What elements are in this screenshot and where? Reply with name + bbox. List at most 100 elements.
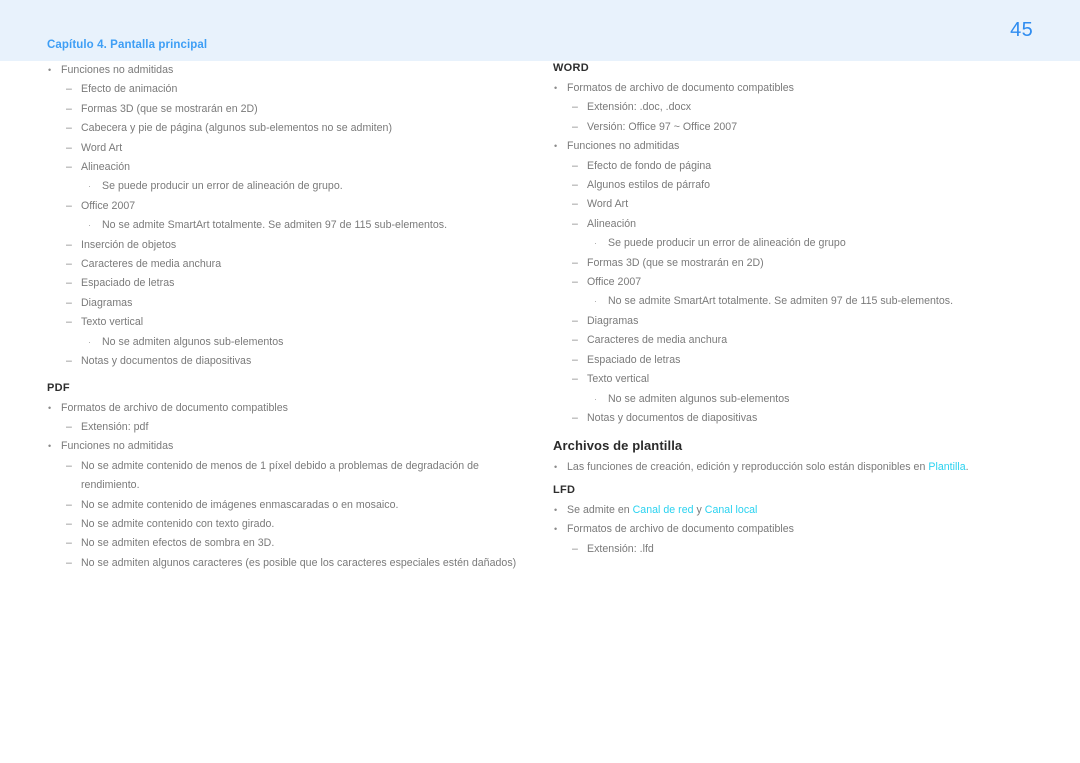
list-item-text-suffix: . [965, 461, 969, 474]
list-item-text: Caracteres de media anchura [81, 258, 222, 271]
list-item: – Extensión: .doc, .docx [553, 98, 1033, 117]
dot-icon: · [88, 336, 92, 347]
dash-icon: – [66, 277, 72, 290]
bullet-icon: • [554, 83, 558, 93]
list-item: • Se admite en Canal de red y Canal loca… [553, 501, 1033, 520]
list-item: · No se admite SmartArt totalmente. Se ad… [553, 292, 1033, 311]
list-item-text-prefix: Se admite en [567, 503, 633, 516]
list-item-text: Versión: Office 97 ~ Office 2007 [587, 120, 738, 133]
dash-icon: – [66, 83, 72, 96]
list-item-text: Se puede producir un error de alineación… [102, 180, 343, 193]
list-item-text: Se puede producir un error de alineación… [608, 237, 846, 250]
list-item: – No se admite contenido de menos de 1 pí… [47, 457, 535, 496]
link-canal-de-red[interactable]: Canal de red [633, 504, 694, 516]
list-item: • Formatos de archivo de documento compat… [553, 520, 1033, 539]
dash-icon: – [572, 373, 578, 386]
list-item: – Extensión: .lfd [553, 540, 1033, 559]
list-item-text: Espaciado de letras [81, 277, 175, 290]
list-item: • Funciones no admitidas [47, 437, 535, 456]
list-item: – Algunos estilos de párrafo [553, 176, 1033, 195]
list-item: – No se admite contenido con texto girado… [47, 515, 535, 534]
bullet-icon: • [554, 524, 558, 535]
chapter-title: Capítulo 4. Pantalla principal [47, 39, 208, 51]
dash-icon: – [572, 542, 578, 555]
list-item-text: Formas 3D (que se mostrarán en 2D) [81, 102, 258, 115]
dash-icon: – [572, 314, 578, 327]
list-item: – Versión: Office 97 ~ Office 2007 [553, 118, 1033, 137]
dash-icon: – [66, 258, 72, 271]
list-item: · No se admite SmartArt totalmente. Se ad… [47, 216, 535, 235]
unsupported-features-list: • Funciones no admitidas – Efecto de animac… [47, 61, 535, 372]
list-item: – Espaciado de letras [47, 274, 535, 293]
dash-icon: – [66, 537, 72, 550]
section-heading-lfd: LFD [553, 483, 576, 496]
list-item: • Funciones no admitidas [47, 61, 535, 80]
list-item-text: Espaciado de letras [587, 353, 681, 366]
list-item-text: Office 2007 [81, 199, 136, 212]
list-item-text: No se admiten algunos caracteres (es pos… [81, 556, 517, 569]
dash-icon: – [572, 159, 578, 172]
dot-icon: · [594, 238, 598, 249]
list-item-text: Extensión: .doc, .docx [587, 101, 692, 114]
dash-icon: – [572, 276, 578, 289]
dash-icon: – [66, 102, 72, 115]
list-item-text: Diagramas [587, 314, 639, 327]
dash-icon: – [66, 122, 72, 135]
list-item-text: Alineación [81, 161, 131, 174]
list-item: • Las funciones de creación, edición y r… [553, 458, 1033, 477]
dash-icon: – [66, 498, 72, 511]
list-item-text: Inserción de objetos [81, 238, 177, 251]
list-item-text: Office 2007 [587, 276, 642, 289]
list-item-text-middle: y [693, 503, 705, 516]
list-item-text: Formatos de archivo de documento compati… [61, 401, 288, 414]
bullet-icon: • [48, 441, 52, 452]
lfd-list: • Formatos de archivo de documento compat… [553, 520, 1033, 559]
dash-icon: – [66, 556, 72, 569]
link-canal-local[interactable]: Canal local [705, 504, 758, 516]
list-item-text: No se admite contenido de menos de 1 píx… [81, 459, 479, 492]
list-item-text: Word Art [81, 141, 123, 154]
list-item-text: No se admite contenido de imágenes enmas… [81, 498, 399, 511]
list-item: – Office 2007 [553, 273, 1033, 292]
list-item: · Se puede producir un error de alineació… [553, 234, 1033, 253]
list-item-text: No se admiten algunos sub-elementos [608, 392, 790, 405]
list-item-text: Funciones no admitidas [567, 140, 680, 153]
list-item-text: No se admite contenido con texto girado. [81, 517, 275, 530]
list-item-text: Extensión: pdf [81, 420, 149, 433]
list-item: – Word Art [47, 139, 535, 158]
section-heading-pdf: PDF [47, 381, 70, 394]
list-item: – Extensión: pdf [47, 418, 535, 437]
list-item: – Alineación [47, 158, 535, 177]
page-body: • Funciones no admitidas – Efecto de animac… [0, 61, 1080, 763]
bullet-icon: • [48, 402, 52, 413]
dash-icon: – [572, 101, 578, 114]
dash-icon: – [66, 420, 72, 433]
dash-icon: – [66, 141, 72, 154]
list-item: – Texto vertical [47, 313, 535, 332]
list-item: – Notas y documentos de diapositivas [47, 352, 535, 371]
list-item: – Inserción de objetos [47, 236, 535, 255]
section-heading-word: WORD [553, 62, 590, 74]
list-item: – Diagramas [553, 312, 1033, 331]
list-item-text: No se admite SmartArt totalmente. Se adm… [102, 219, 448, 232]
list-item-text: No se admiten efectos de sombra en 3D. [81, 537, 275, 550]
list-item-text: Extensión: .lfd [587, 542, 654, 555]
link-plantilla[interactable]: Plantilla [928, 461, 965, 473]
list-item: – Notas y documentos de diapositivas [553, 409, 1033, 428]
list-item: – Efecto de animación [47, 80, 535, 99]
dash-icon: – [572, 334, 578, 347]
list-item-text-prefix: Las funciones de creación, edición y rep… [567, 461, 929, 474]
right-column: WORD • Formatos de archivo de documento c… [553, 61, 1033, 559]
section-heading-archivos-de-plantilla: Archivos de plantilla [553, 438, 683, 454]
list-item: – Caracteres de media anchura [47, 255, 535, 274]
dash-icon: – [572, 256, 578, 269]
page-number: 45 [1010, 19, 1033, 41]
dash-icon: – [572, 179, 578, 192]
list-item: – Texto vertical [553, 370, 1033, 389]
list-item: – Diagramas [47, 294, 535, 313]
list-item: • Formatos de archivo de documento compat… [553, 79, 1033, 98]
list-item: – Word Art [553, 195, 1033, 214]
page-header-band: Capítulo 4. Pantalla principal 45 [0, 0, 1080, 61]
left-column: • Funciones no admitidas – Efecto de animac… [47, 61, 535, 573]
